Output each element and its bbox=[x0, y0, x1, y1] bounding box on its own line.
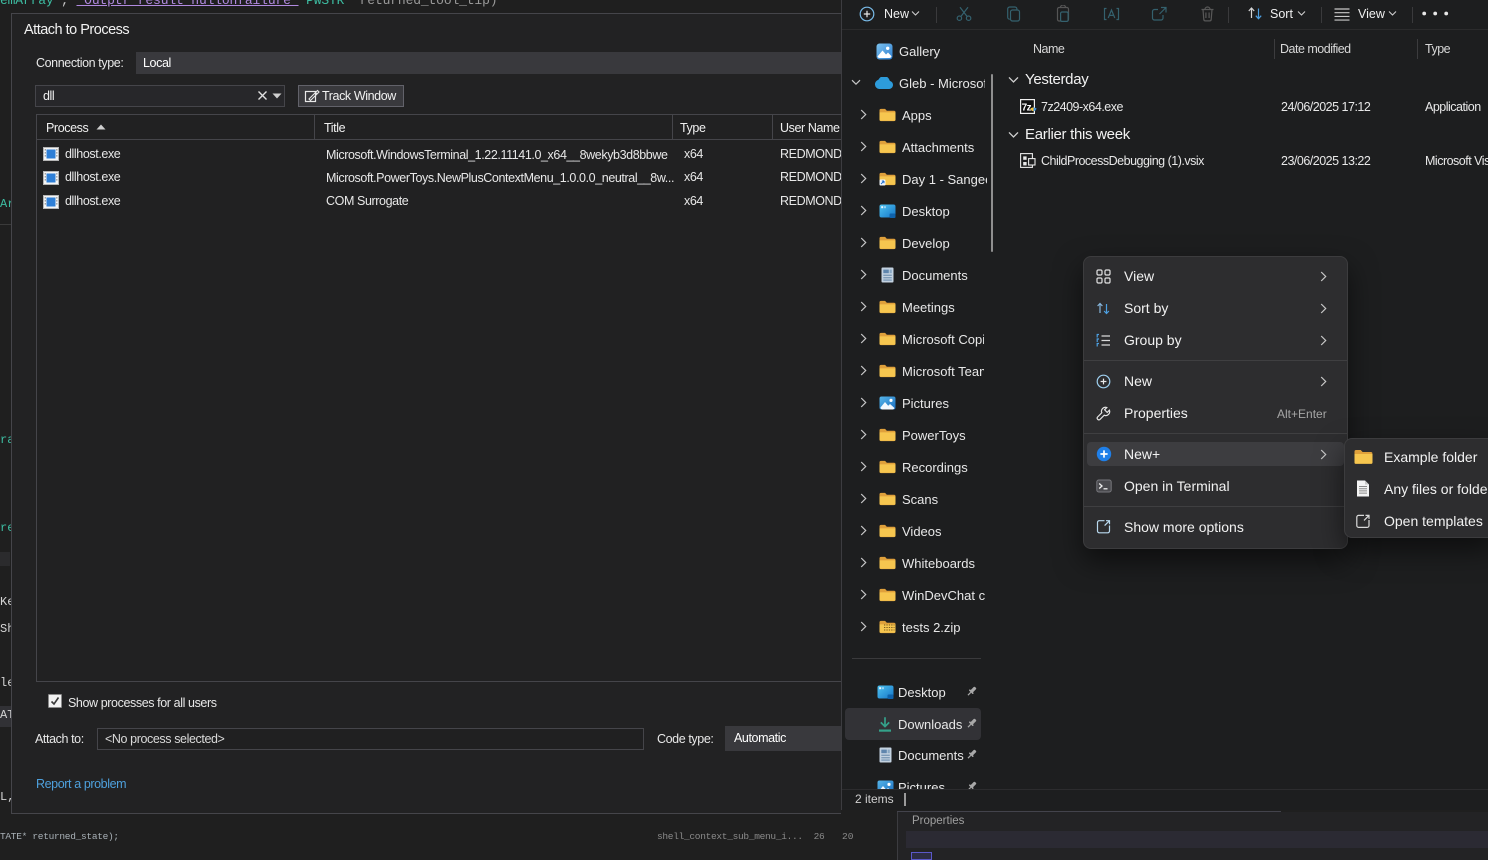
svg-text:7z: 7z bbox=[1022, 103, 1032, 114]
